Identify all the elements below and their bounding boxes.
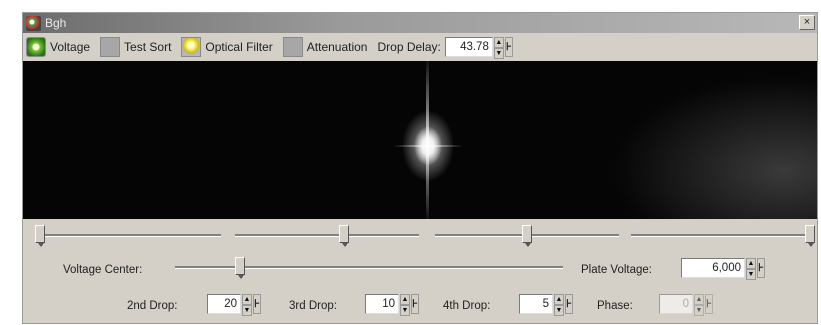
slider-track bbox=[235, 234, 419, 237]
plate-voltage-label: Plate Voltage: bbox=[581, 264, 652, 276]
voltage-indicator-icon[interactable] bbox=[26, 37, 46, 57]
stepper-up-icon[interactable]: ▲ bbox=[493, 37, 504, 48]
optical-filter-bulb-icon[interactable] bbox=[181, 37, 202, 57]
stepper-up-icon[interactable]: ▲ bbox=[694, 294, 704, 305]
plate-voltage-stepper[interactable]: ▲ ▼ bbox=[746, 258, 756, 280]
stepper-down-icon[interactable]: ▼ bbox=[400, 305, 410, 316]
drop4-stepper[interactable]: ▲ ▼ bbox=[554, 294, 564, 316]
drop-delay-label: Drop Delay: bbox=[377, 40, 441, 54]
drop3-fine-button[interactable]: ⊦ bbox=[411, 294, 419, 314]
test-sort-toggle-icon[interactable] bbox=[100, 37, 121, 57]
plate-voltage-fine-button[interactable]: ⊦ bbox=[757, 258, 765, 278]
drop2-stepper[interactable]: ▲ ▼ bbox=[242, 294, 252, 316]
slider-thumb[interactable] bbox=[235, 257, 245, 279]
drop4-spinner: 5 ▲ ▼ ⊦ bbox=[519, 294, 573, 316]
stepper-down-icon[interactable]: ▼ bbox=[242, 305, 252, 316]
window-title: Bgh bbox=[45, 16, 67, 30]
top-slider-1[interactable] bbox=[35, 225, 221, 247]
slider-track bbox=[175, 266, 563, 269]
stepper-down-icon[interactable]: ▼ bbox=[554, 305, 564, 316]
drop-glint bbox=[393, 145, 463, 147]
stepper-up-icon[interactable]: ▲ bbox=[400, 294, 410, 305]
drop-delay-field[interactable]: 43.78 bbox=[444, 37, 493, 57]
plate-voltage-field[interactable]: 6,000 bbox=[681, 258, 745, 278]
phase-spinner: 0 ▲ ▼ ⊦ bbox=[659, 294, 713, 316]
drop2-fine-button[interactable]: ⊦ bbox=[253, 294, 261, 314]
drop4-field[interactable]: 5 bbox=[519, 294, 553, 314]
drop3-spinner: 10 ▲ ▼ ⊦ bbox=[365, 294, 419, 316]
stepper-down-icon[interactable]: ▼ bbox=[746, 269, 756, 280]
drop3-stepper[interactable]: ▲ ▼ bbox=[400, 294, 410, 316]
phase-label: Phase: bbox=[597, 300, 633, 312]
drop-delay-stepper[interactable]: ▲ ▼ bbox=[493, 37, 504, 59]
attenuation-label: Attenuation bbox=[306, 40, 368, 54]
plate-voltage-spinner: 6,000 ▲ ▼ ⊦ bbox=[681, 258, 765, 280]
phase-stepper[interactable]: ▲ ▼ bbox=[694, 294, 704, 316]
drop2-label: 2nd Drop: bbox=[127, 300, 178, 312]
title-bar[interactable]: Bgh × bbox=[23, 13, 817, 33]
slider-track bbox=[631, 234, 815, 237]
top-slider-3[interactable] bbox=[435, 225, 619, 247]
drop4-fine-button[interactable]: ⊦ bbox=[565, 294, 573, 314]
drop-delay-fine-button[interactable]: ⊦ bbox=[504, 37, 513, 57]
top-slider-2[interactable] bbox=[235, 225, 419, 247]
drop3-label: 3rd Drop: bbox=[289, 300, 337, 312]
drop-delay-spinner: 43.78 ▲ ▼ ⊦ bbox=[444, 37, 513, 59]
drop2-field[interactable]: 20 bbox=[207, 294, 241, 314]
voltage-center-slider[interactable] bbox=[175, 257, 563, 279]
test-sort-label: Test Sort bbox=[124, 40, 172, 54]
slider-track bbox=[35, 234, 221, 237]
drop2-spinner: 20 ▲ ▼ ⊦ bbox=[207, 294, 261, 316]
voltage-center-label: Voltage Center: bbox=[63, 264, 143, 276]
slider-thumb[interactable] bbox=[35, 225, 45, 247]
slider-thumb[interactable] bbox=[522, 225, 532, 247]
attenuation-toggle-icon[interactable] bbox=[282, 37, 303, 57]
stepper-up-icon[interactable]: ▲ bbox=[746, 258, 756, 269]
slider-thumb[interactable] bbox=[339, 225, 349, 247]
stream-glint bbox=[426, 61, 429, 219]
top-slider-4[interactable] bbox=[631, 225, 815, 247]
voltage-label: Voltage bbox=[50, 40, 91, 54]
stepper-up-icon[interactable]: ▲ bbox=[242, 294, 252, 305]
phase-field[interactable]: 0 bbox=[659, 294, 693, 314]
stepper-up-icon[interactable]: ▲ bbox=[554, 294, 564, 305]
phase-fine-button[interactable]: ⊦ bbox=[705, 294, 713, 314]
optical-filter-label: Optical Filter bbox=[205, 40, 273, 54]
close-button[interactable]: × bbox=[799, 15, 815, 30]
stepper-down-icon[interactable]: ▼ bbox=[694, 305, 704, 316]
close-icon: × bbox=[803, 16, 811, 28]
stepper-down-icon[interactable]: ▼ bbox=[493, 48, 504, 59]
drop-window: Bgh × Voltage Test Sort Optical Filter A… bbox=[22, 12, 818, 324]
drop4-label: 4th Drop: bbox=[443, 300, 491, 312]
slider-thumb[interactable] bbox=[805, 225, 815, 247]
toolbar: Voltage Test Sort Optical Filter Attenua… bbox=[23, 34, 817, 60]
camera-view bbox=[23, 61, 817, 219]
drop3-field[interactable]: 10 bbox=[365, 294, 399, 314]
app-icon bbox=[26, 15, 41, 31]
